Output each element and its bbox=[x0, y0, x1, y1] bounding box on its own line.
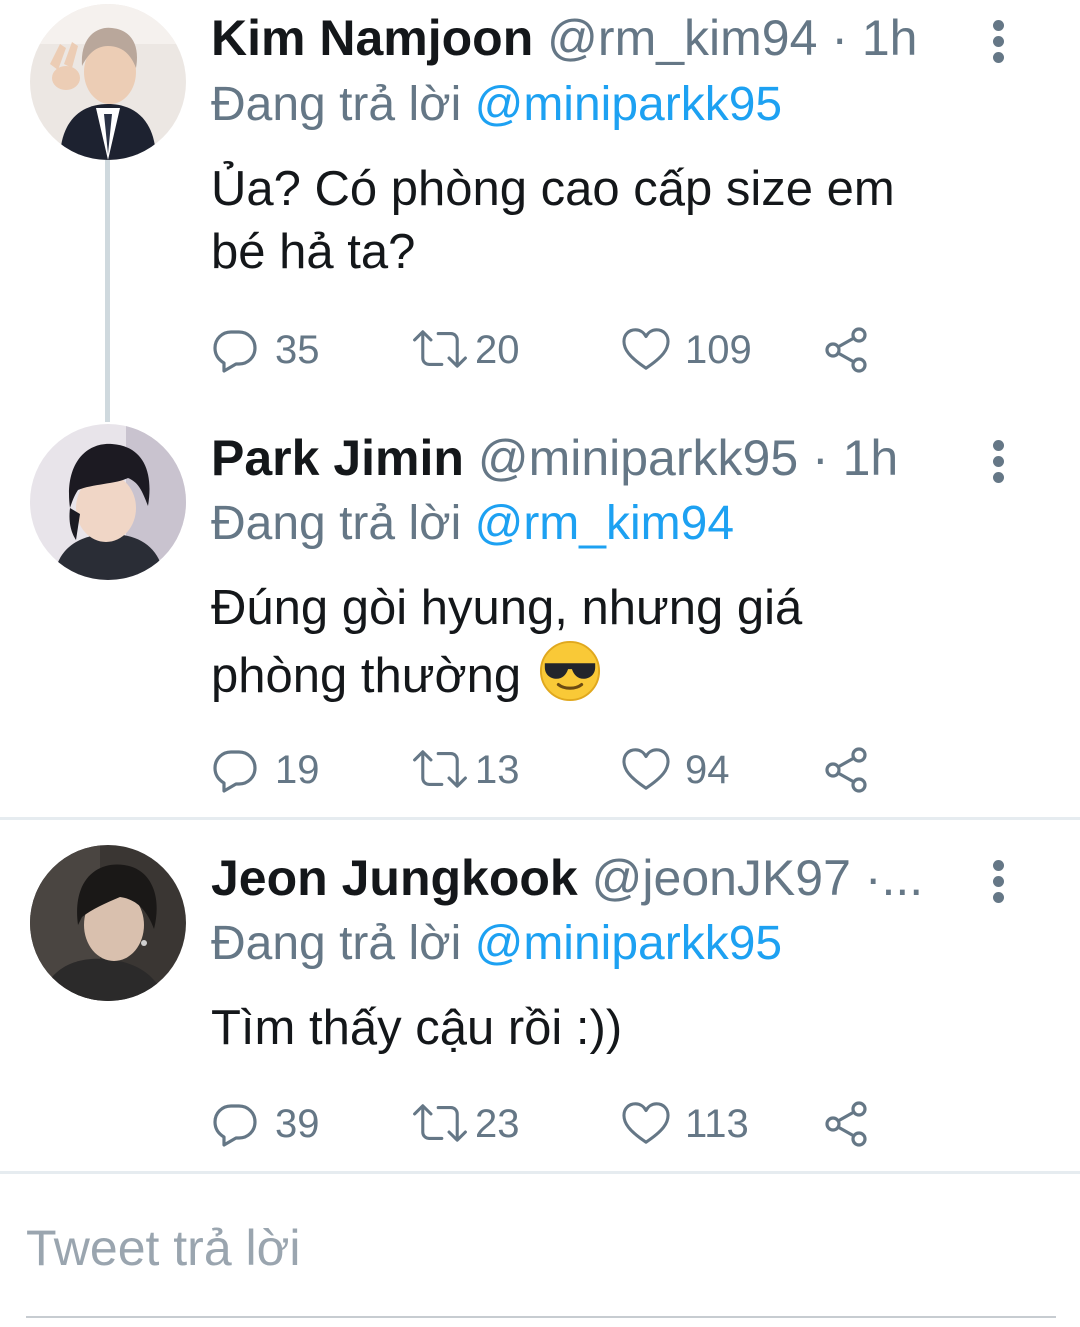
reply-icon bbox=[211, 1100, 259, 1148]
retweet-button[interactable]: 23 bbox=[411, 1096, 561, 1152]
tweet-header: Jeon Jungkook @jeonJK97 ·... bbox=[211, 846, 961, 910]
more-options-icon[interactable] bbox=[984, 860, 1014, 904]
separator-dot: ·... bbox=[864, 850, 924, 906]
avatar[interactable] bbox=[30, 845, 186, 1001]
reply-count: 39 bbox=[275, 1102, 320, 1146]
share-icon bbox=[823, 1100, 871, 1148]
share-button[interactable] bbox=[823, 1096, 879, 1152]
reply-input[interactable]: Tweet trả lời bbox=[26, 1208, 1056, 1288]
replying-to: Đang trả lời @miniparkk95 bbox=[211, 913, 782, 975]
display-name[interactable]: Jeon Jungkook bbox=[211, 850, 578, 906]
like-icon bbox=[621, 1100, 671, 1146]
retweet-count: 23 bbox=[475, 1102, 520, 1146]
user-handle[interactable]: @jeonJK97 bbox=[592, 850, 851, 906]
reply-input-underline bbox=[26, 1316, 1056, 1318]
person-photo-icon bbox=[30, 845, 186, 1001]
tweet-actions: 39 23 113 bbox=[211, 1096, 911, 1152]
mention-link[interactable]: @miniparkk95 bbox=[475, 917, 783, 970]
reply-button[interactable]: 39 bbox=[211, 1096, 361, 1152]
tweet-text: Tìm thấy cậu rồi :)) bbox=[211, 997, 1011, 1060]
tweet-divider bbox=[0, 1171, 1080, 1174]
like-count: 113 bbox=[685, 1102, 749, 1146]
tweet-jeon-jungkook[interactable]: Jeon Jungkook @jeonJK97 ·... Đang trả lờ… bbox=[0, 0, 1080, 1170]
tweet-text-line: Tìm thấy cậu rồi :)) bbox=[211, 1001, 623, 1055]
retweet-icon bbox=[411, 1100, 469, 1146]
like-button[interactable]: 113 bbox=[621, 1096, 781, 1152]
replying-to-label: Đang trả lời bbox=[211, 917, 462, 970]
